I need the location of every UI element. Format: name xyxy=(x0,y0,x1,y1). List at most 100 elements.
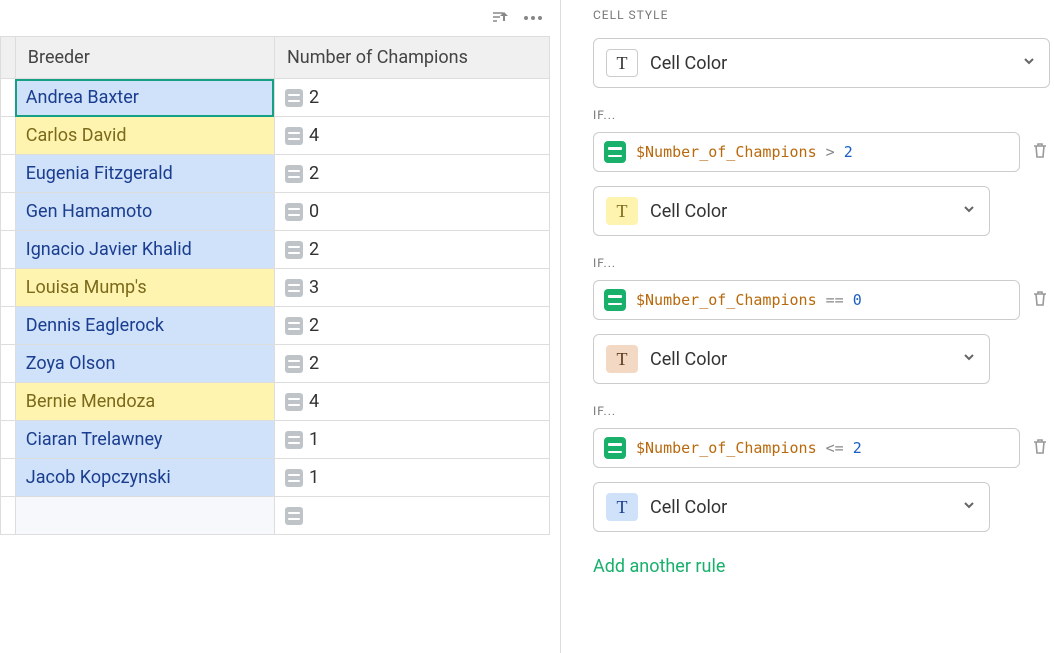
formula-icon xyxy=(604,437,626,459)
breeder-cell[interactable]: Ignacio Javier Khalid xyxy=(15,231,274,269)
delete-rule-icon[interactable] xyxy=(1030,140,1050,164)
rule-style-select[interactable]: TCell Color xyxy=(593,186,990,236)
condition-expression: $Number_of_Champions <= 2 xyxy=(636,439,862,457)
section-title: CELL STYLE xyxy=(593,8,1050,22)
style-select-label: Cell Color xyxy=(650,53,1021,74)
champions-cell[interactable]: 2 xyxy=(274,345,549,383)
record-icon xyxy=(285,507,303,525)
breeder-cell[interactable]: Gen Hamamoto xyxy=(15,193,274,231)
record-icon xyxy=(285,431,303,449)
cell-style-panel: CELL STYLE T Cell Color IF... $Number_of_… xyxy=(560,0,1054,653)
rule-style-select[interactable]: TCell Color xyxy=(593,482,990,532)
condition-expression: $Number_of_Champions > 2 xyxy=(636,143,853,161)
champions-value: 2 xyxy=(309,163,319,184)
more-menu-icon[interactable] xyxy=(524,16,542,20)
table-row: Andrea Baxter 2 xyxy=(1,79,550,117)
table-row: Zoya Olson2 xyxy=(1,345,550,383)
champions-value: 2 xyxy=(309,239,319,260)
condition-formula-input[interactable]: $Number_of_Champions <= 2 xyxy=(593,428,1020,468)
delete-rule-icon[interactable] xyxy=(1030,436,1050,460)
record-icon xyxy=(285,393,303,411)
champions-cell-empty[interactable] xyxy=(274,497,549,535)
breeder-cell[interactable]: Dennis Eaglerock xyxy=(15,307,274,345)
text-style-swatch-icon: T xyxy=(606,49,638,77)
table-row-empty xyxy=(1,497,550,535)
row-handle[interactable] xyxy=(1,155,16,193)
champions-cell[interactable]: 4 xyxy=(274,117,549,155)
text-style-swatch-icon: T xyxy=(606,493,638,521)
breeder-cell-empty[interactable] xyxy=(15,497,274,535)
table-row: Ciaran Trelawney1 xyxy=(1,421,550,459)
champions-value: 1 xyxy=(309,467,319,488)
champions-cell[interactable]: 2 xyxy=(274,155,549,193)
champions-cell[interactable]: 2 xyxy=(274,231,549,269)
rule-style-select[interactable]: TCell Color xyxy=(593,334,990,384)
breeder-cell[interactable]: Bernie Mendoza xyxy=(15,383,274,421)
champions-cell[interactable]: 2 xyxy=(274,79,549,117)
champions-value: 0 xyxy=(309,201,319,222)
chevron-down-icon xyxy=(961,497,977,517)
row-handle[interactable] xyxy=(1,497,16,535)
champions-value: 2 xyxy=(309,87,319,108)
breeder-cell[interactable]: Eugenia Fitzgerald xyxy=(15,155,274,193)
formula-icon xyxy=(604,289,626,311)
breeder-cell[interactable]: Ciaran Trelawney xyxy=(15,421,274,459)
table-row: Jacob Kopczynski 1 xyxy=(1,459,550,497)
record-icon xyxy=(285,165,303,183)
breeder-cell[interactable]: Andrea Baxter xyxy=(15,79,274,117)
condition-row: $Number_of_Champions <= 2 xyxy=(593,428,1050,468)
breeder-cell[interactable]: Louisa Mump's xyxy=(15,269,274,307)
row-handle[interactable] xyxy=(1,307,16,345)
breeder-cell[interactable]: Jacob Kopczynski xyxy=(15,459,274,497)
record-icon xyxy=(285,89,303,107)
table-row: Louisa Mump's3 xyxy=(1,269,550,307)
record-icon xyxy=(285,317,303,335)
data-grid-panel: Breeder Number of Champions Andrea Baxte… xyxy=(0,0,560,653)
record-icon xyxy=(285,355,303,373)
champions-cell[interactable]: 1 xyxy=(274,459,549,497)
row-handle[interactable] xyxy=(1,459,16,497)
champions-cell[interactable]: 2 xyxy=(274,307,549,345)
column-header-breeder[interactable]: Breeder xyxy=(15,37,274,79)
chevron-down-icon xyxy=(961,201,977,221)
table-row: Bernie Mendoza 4 xyxy=(1,383,550,421)
champions-value: 4 xyxy=(309,125,319,146)
champions-cell[interactable]: 1 xyxy=(274,421,549,459)
table-row: Dennis Eaglerock2 xyxy=(1,307,550,345)
formula-icon xyxy=(604,141,626,163)
row-handle[interactable] xyxy=(1,193,16,231)
table-row: Eugenia Fitzgerald 2 xyxy=(1,155,550,193)
row-handle[interactable] xyxy=(1,117,16,155)
champions-value: 4 xyxy=(309,391,319,412)
if-label: IF... xyxy=(593,256,1050,270)
condition-formula-input[interactable]: $Number_of_Champions == 0 xyxy=(593,280,1020,320)
column-header-champions[interactable]: Number of Champions xyxy=(274,37,549,79)
row-handle[interactable] xyxy=(1,269,16,307)
default-cell-style-select[interactable]: T Cell Color xyxy=(593,38,1050,88)
text-style-swatch-icon: T xyxy=(606,197,638,225)
table-row: Gen Hamamoto 0 xyxy=(1,193,550,231)
condition-formula-input[interactable]: $Number_of_Champions > 2 xyxy=(593,132,1020,172)
champions-cell[interactable]: 0 xyxy=(274,193,549,231)
condition-expression: $Number_of_Champions == 0 xyxy=(636,291,862,309)
table-row: Ignacio Javier Khalid 2 xyxy=(1,231,550,269)
delete-rule-icon[interactable] xyxy=(1030,288,1050,312)
champions-cell[interactable]: 4 xyxy=(274,383,549,421)
row-handle[interactable] xyxy=(1,231,16,269)
chevron-down-icon xyxy=(1021,53,1037,73)
breeder-cell[interactable]: Zoya Olson xyxy=(15,345,274,383)
table-toolbar xyxy=(0,0,550,36)
conditional-rule: IF...$Number_of_Champions > 2TCell Color xyxy=(593,108,1050,236)
chevron-down-icon xyxy=(961,349,977,369)
filter-sort-icon[interactable] xyxy=(490,8,510,28)
row-handle[interactable] xyxy=(1,421,16,459)
champions-cell[interactable]: 3 xyxy=(274,269,549,307)
add-rule-button[interactable]: Add another rule xyxy=(593,556,1050,577)
text-style-swatch-icon: T xyxy=(606,345,638,373)
breeder-cell[interactable]: Carlos David xyxy=(15,117,274,155)
row-handle[interactable] xyxy=(1,383,16,421)
row-handle[interactable] xyxy=(1,79,16,117)
record-icon xyxy=(285,241,303,259)
row-handle[interactable] xyxy=(1,345,16,383)
conditional-rule: IF... $Number_of_Champions == 0 TCell Colo… xyxy=(593,256,1050,384)
